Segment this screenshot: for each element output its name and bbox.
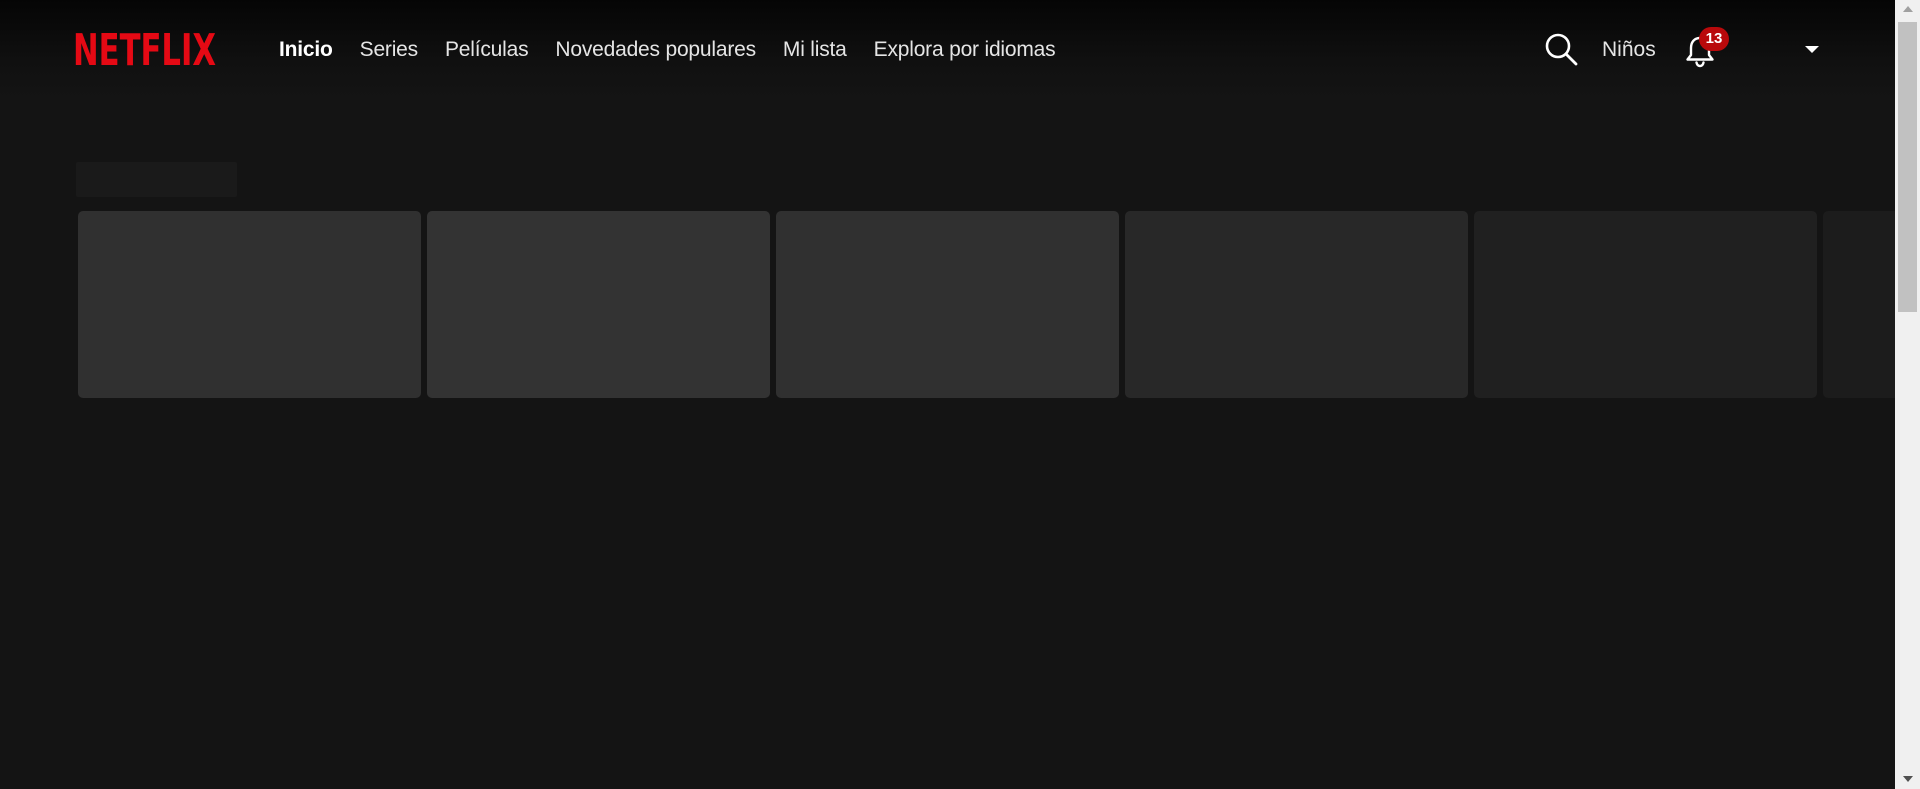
loading-card: [1823, 211, 1895, 398]
brand-text: NETFLIX: [73, 27, 216, 69]
nav-link-novedades-populares[interactable]: Novedades populares: [555, 38, 756, 62]
nav-link-explora-por-idiomas[interactable]: Explora por idiomas: [874, 38, 1056, 62]
loading-card: [78, 211, 421, 398]
notification-count-badge: 13: [1699, 27, 1729, 51]
scroll-down-arrow-icon[interactable]: [1903, 776, 1913, 782]
top-navigation: NETFLIX Inicio Series Películas Novedade…: [0, 0, 1895, 100]
scrollbar-thumb[interactable]: [1898, 22, 1917, 312]
primary-nav: Inicio Series Películas Novedades popula…: [279, 38, 1082, 62]
loading-card: [427, 211, 770, 398]
search-icon: [1545, 33, 1578, 66]
netflix-logo[interactable]: NETFLIX: [73, 27, 216, 69]
nav-link-mi-lista[interactable]: Mi lista: [783, 38, 847, 62]
vertical-scrollbar[interactable]: [1895, 0, 1920, 789]
row-title-placeholder: [76, 162, 237, 197]
loading-card: [1474, 211, 1817, 398]
caret-down-icon[interactable]: [1805, 46, 1819, 53]
nav-link-series[interactable]: Series: [360, 38, 419, 62]
nav-link-peliculas[interactable]: Películas: [445, 38, 529, 62]
search-button[interactable]: [1544, 32, 1578, 66]
loading-row: [78, 211, 1895, 398]
page: NETFLIX Inicio Series Películas Novedade…: [0, 0, 1895, 789]
loading-card: [776, 211, 1119, 398]
scroll-up-arrow-icon[interactable]: [1903, 6, 1913, 12]
kids-link[interactable]: Niños: [1602, 38, 1656, 62]
nav-link-inicio[interactable]: Inicio: [279, 38, 333, 62]
netflix-logo-wordmark: NETFLIX: [73, 27, 216, 69]
loading-card: [1125, 211, 1468, 398]
